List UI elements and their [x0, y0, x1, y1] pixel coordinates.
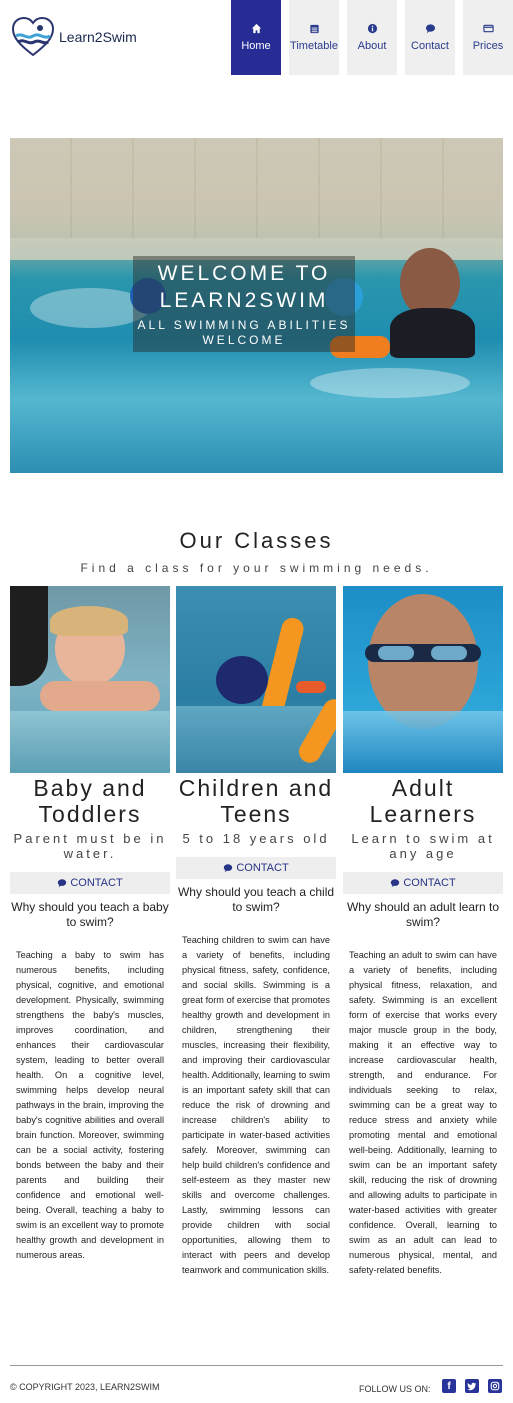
nav-item-prices[interactable]: Prices	[463, 0, 513, 75]
chat-icon	[224, 864, 233, 873]
instagram-icon[interactable]	[488, 1379, 502, 1393]
class-tagline: 5 to 18 years old	[182, 831, 330, 846]
site-header: Learn2Swim Home Timetable About Contact …	[0, 0, 513, 75]
hero-overlay: WELCOME TO LEARN2SWIM ALL SWIMMING ABILI…	[133, 256, 355, 352]
class-image-children	[176, 586, 336, 773]
hero-instructor-body	[390, 308, 475, 358]
chat-icon	[425, 24, 435, 34]
info-icon	[367, 23, 377, 34]
chat-icon	[58, 879, 67, 888]
nav-label-timetable: Timetable	[290, 40, 338, 52]
footer-copyright: © COPYRIGHT 2023, LEARN2SWIM	[10, 1382, 160, 1392]
home-icon	[251, 23, 261, 34]
nav-label-about: About	[357, 40, 387, 52]
hero-pool-wall	[10, 138, 503, 238]
class-description: Teaching a baby to swim has numerous ben…	[16, 950, 164, 1260]
nav-label-contact: Contact	[411, 40, 449, 52]
main-nav: Home Timetable About Contact Prices	[223, 0, 513, 75]
heart-wave-logo-icon	[11, 16, 55, 57]
nav-item-contact[interactable]: Contact	[405, 0, 455, 75]
hero-subtitle: ALL SWIMMING ABILITIES WELCOME	[137, 318, 351, 347]
class-description: Teaching children to swim can have a var…	[182, 935, 330, 1275]
hero-ripple	[310, 368, 470, 398]
calendar-icon	[309, 24, 319, 34]
class-card-baby: Baby and Toddlers Parent must be in wate…	[10, 586, 170, 1263]
contact-button-label: CONTACT	[70, 877, 123, 889]
card-icon	[482, 24, 494, 33]
contact-button-label: CONTACT	[236, 862, 289, 874]
nav-item-about[interactable]: About	[347, 0, 397, 75]
class-card-children: Children and Teens 5 to 18 years old CON…	[176, 586, 336, 1278]
nav-label-prices: Prices	[472, 40, 504, 52]
footer-divider	[10, 1365, 503, 1366]
class-name: Baby and Toddlers	[33, 775, 147, 827]
facebook-icon[interactable]: f	[442, 1379, 456, 1393]
classes-subtitle: Find a class for your swimming needs.	[80, 561, 433, 575]
brand-name: Learn2Swim	[59, 29, 137, 45]
class-tagline: Parent must be in water.	[13, 831, 167, 861]
class-question: Why should an adult learn to swim?	[346, 900, 500, 929]
nav-item-home[interactable]: Home	[231, 0, 281, 75]
class-name: Children and Teens	[178, 775, 334, 827]
hero-title: WELCOME TO LEARN2SWIM	[157, 262, 331, 312]
nav-item-timetable[interactable]: Timetable	[289, 0, 339, 75]
hero-banner: WELCOME TO LEARN2SWIM ALL SWIMMING ABILI…	[10, 138, 503, 473]
contact-button[interactable]: CONTACT	[176, 857, 336, 879]
class-tagline: Learn to swim at any age	[351, 831, 495, 861]
classes-title: Our Classes	[179, 528, 334, 553]
class-question: Why should you teach a child to swim?	[177, 885, 335, 914]
footer-follow-label: FOLLOW US ON:	[359, 1384, 431, 1394]
contact-button[interactable]: CONTACT	[10, 872, 170, 894]
class-name: Adult Learners	[369, 775, 477, 827]
twitter-icon[interactable]	[465, 1379, 479, 1393]
class-image-adult	[343, 586, 503, 773]
chat-icon	[391, 879, 400, 888]
contact-button-label: CONTACT	[403, 877, 456, 889]
brand-logo[interactable]: Learn2Swim	[10, 14, 137, 60]
nav-label-home: Home	[241, 40, 271, 52]
class-image-baby	[10, 586, 170, 773]
class-description: Teaching an adult to swim can have a var…	[349, 950, 497, 1275]
class-question: Why should you teach a baby to swim?	[11, 900, 169, 929]
contact-button[interactable]: CONTACT	[343, 872, 503, 894]
class-card-adult: Adult Learners Learn to swim at any age …	[343, 586, 503, 1278]
